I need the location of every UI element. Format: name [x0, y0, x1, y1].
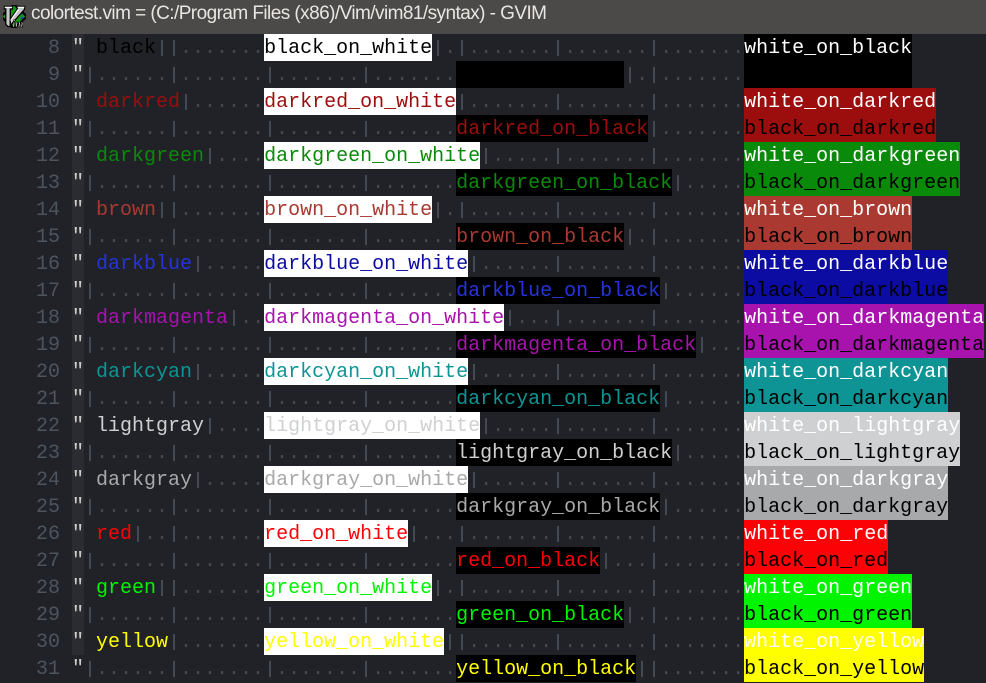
svg-text:im: im [12, 19, 23, 28]
